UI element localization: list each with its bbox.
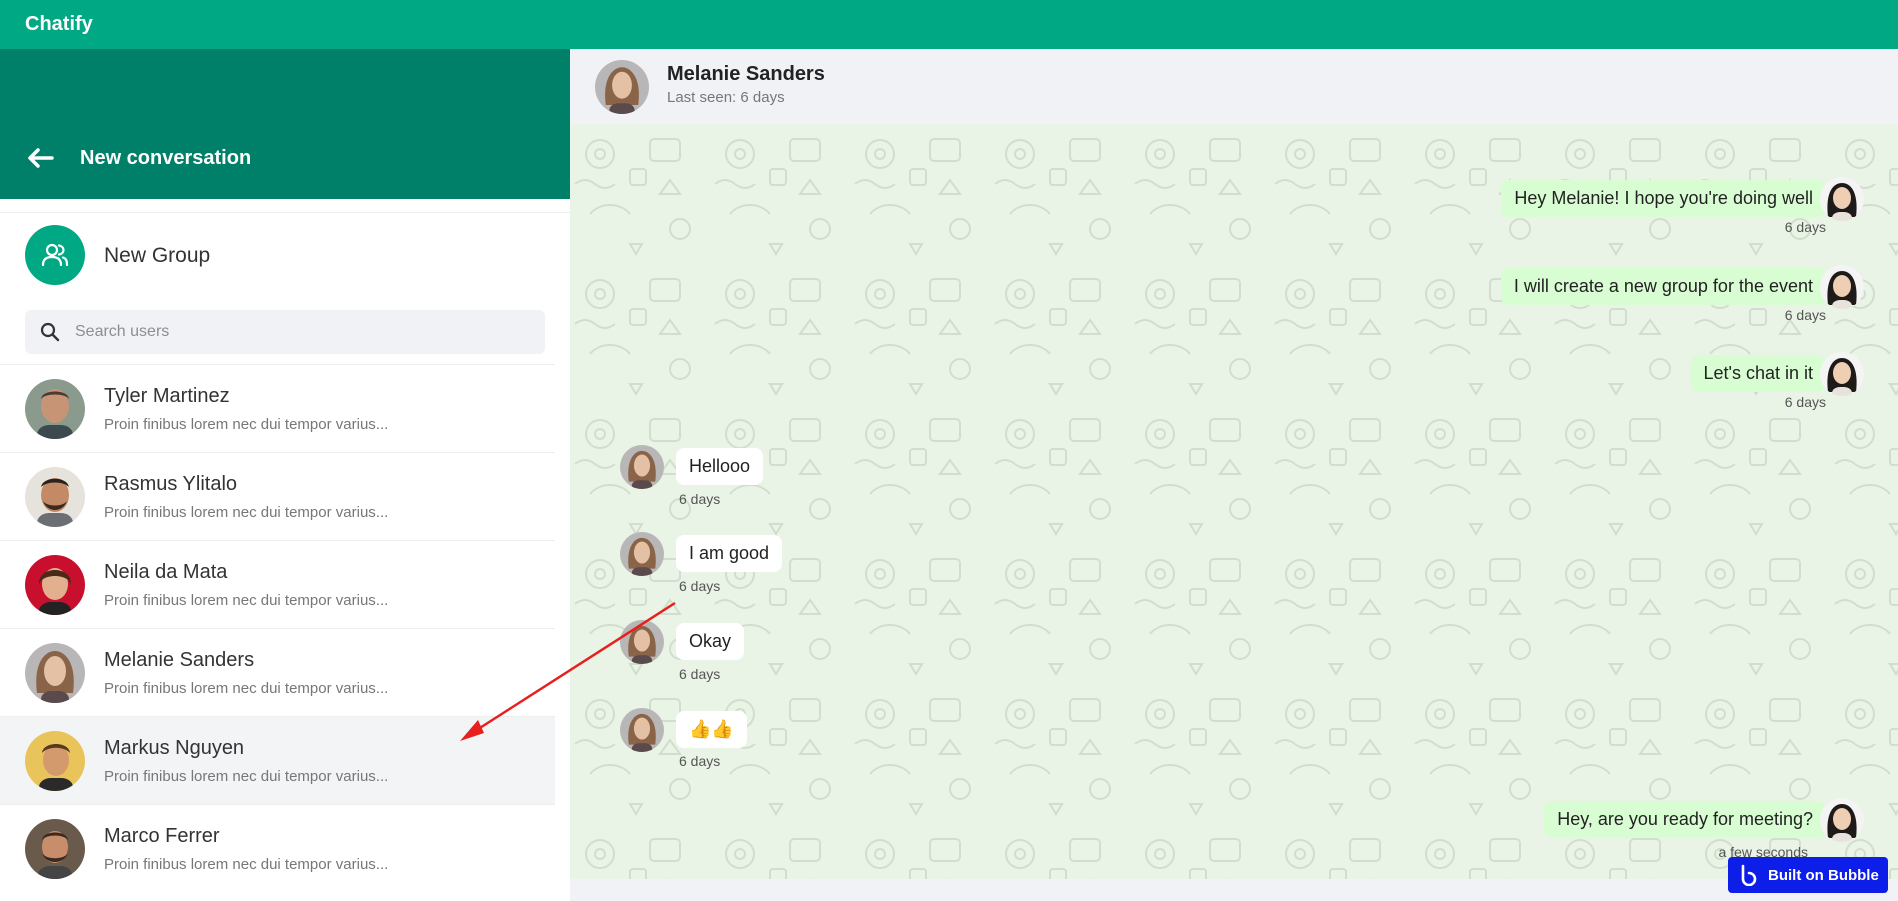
contact-preview: Proin finibus lorem nec dui tempor variu… (104, 504, 389, 521)
contact-name: Rasmus Ylitalo (104, 473, 238, 495)
contact-item-melanie-sanders[interactable]: Melanie Sanders Proin finibus lorem nec … (0, 628, 555, 716)
avatar (620, 620, 664, 664)
avatar (620, 532, 664, 576)
contact-preview: Proin finibus lorem nec dui tempor variu… (104, 416, 389, 433)
message-bubble-outgoing[interactable]: Hey, are you ready for meeting? (1544, 801, 1826, 838)
contact-item-neila-da-mata[interactable]: Neila da Mata Proin finibus lorem nec du… (0, 540, 555, 628)
back-arrow-icon[interactable] (26, 147, 54, 169)
message-bubble-incoming[interactable]: Hellooo (676, 448, 764, 485)
chat-header: Melanie Sanders Last seen: 6 days (570, 49, 1898, 124)
message-time: 6 days (679, 666, 721, 682)
chat-contact-name: Melanie Sanders (667, 63, 825, 85)
contact-name: Melanie Sanders (104, 649, 255, 671)
message-time: 6 days (1784, 219, 1826, 235)
built-on-bubble-badge[interactable]: Built on Bubble (1728, 857, 1888, 893)
sidebar-header: New conversation (0, 49, 570, 199)
sidebar-title: New conversation (80, 147, 252, 169)
search-box (25, 310, 545, 354)
new-group-label: New Group (104, 244, 211, 267)
avatar (25, 467, 85, 527)
avatar (25, 379, 85, 439)
avatar[interactable] (595, 60, 649, 114)
wallpaper-doodle-pattern (570, 124, 1898, 879)
contact-item-markus-nguyen[interactable]: Markus Nguyen Proin finibus lorem nec du… (0, 716, 555, 804)
bubble-logo-icon (1741, 864, 1757, 886)
avatar (1820, 798, 1864, 842)
avatar (620, 445, 664, 489)
avatar (1820, 265, 1864, 309)
contact-preview: Proin finibus lorem nec dui tempor variu… (104, 680, 389, 697)
contact-name: Tyler Martinez (104, 385, 230, 407)
search-input[interactable] (75, 310, 535, 354)
message-time: 6 days (679, 578, 721, 594)
contact-name: Marco Ferrer (104, 825, 220, 847)
message-bubble-incoming[interactable]: 👍👍 (676, 711, 747, 748)
contact-preview: Proin finibus lorem nec dui tempor variu… (104, 768, 389, 785)
avatar (25, 643, 85, 703)
message-time: 6 days (679, 491, 721, 507)
message-time: 6 days (1784, 307, 1826, 323)
new-group-button[interactable]: New Group (0, 212, 570, 292)
sidebar: New conversation New Group Tyler Martine… (0, 49, 570, 901)
group-icon (25, 225, 85, 285)
avatar (1820, 177, 1864, 221)
app-top-bar: Chatify (0, 0, 1898, 49)
avatar (620, 708, 664, 752)
avatar (25, 731, 85, 791)
badge-label: Built on Bubble (1768, 866, 1879, 884)
message-time: 6 days (679, 753, 721, 769)
contact-item-tyler-martinez[interactable]: Tyler Martinez Proin finibus lorem nec d… (0, 364, 555, 452)
message-bubble-incoming[interactable]: I am good (676, 535, 783, 572)
avatar (25, 555, 85, 615)
contact-item-marco-ferrer[interactable]: Marco Ferrer Proin finibus lorem nec dui… (0, 804, 555, 892)
chat-footer (570, 879, 1898, 901)
message-bubble-outgoing[interactable]: I will create a new group for the event (1500, 268, 1826, 305)
message-bubble-incoming[interactable]: Okay (676, 623, 745, 660)
message-bubble-outgoing[interactable]: Hey Melanie! I hope you're doing well (1501, 180, 1826, 217)
avatar (1820, 352, 1864, 396)
avatar (25, 819, 85, 879)
message-time: 6 days (1784, 394, 1826, 410)
chat-pane: Melanie Sanders Last seen: 6 days Hey Me… (570, 49, 1898, 901)
message-list[interactable]: Hey Melanie! I hope you're doing well 6 … (570, 124, 1898, 879)
app-title: Chatify (25, 13, 93, 35)
contact-name: Markus Nguyen (104, 737, 245, 759)
message-bubble-outgoing[interactable]: Let's chat in it (1690, 355, 1826, 392)
contact-item-rasmus-ylitalo[interactable]: Rasmus Ylitalo Proin finibus lorem nec d… (0, 452, 555, 540)
search-icon (40, 322, 60, 342)
last-seen-status: Last seen: 6 days (667, 89, 785, 106)
contact-name: Neila da Mata (104, 561, 228, 583)
contact-preview: Proin finibus lorem nec dui tempor variu… (104, 592, 389, 609)
contact-preview: Proin finibus lorem nec dui tempor variu… (104, 856, 389, 873)
